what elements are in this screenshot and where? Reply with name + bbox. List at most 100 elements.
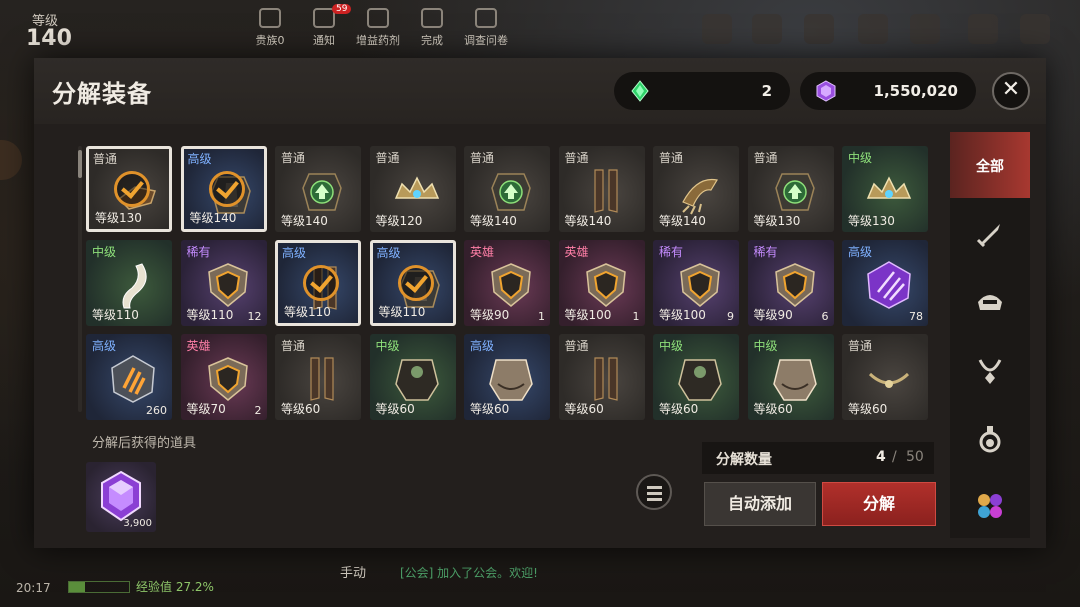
item-slot[interactable]: 普通 等级140 — [275, 146, 361, 232]
item-slot[interactable]: 中级 等级130 — [842, 146, 928, 232]
robe-light-icon — [489, 359, 533, 401]
gems-icon — [978, 494, 1002, 518]
item-tier: 普通 — [848, 339, 873, 353]
category-tab[interactable] — [950, 472, 1030, 538]
item-slot[interactable]: 普通 等级140 — [653, 146, 739, 232]
item-slot[interactable]: 普通 等级60 — [275, 334, 361, 420]
item-level: 等级60 — [753, 402, 793, 416]
auto-add-button[interactable]: 自动添加 — [704, 482, 816, 526]
hud-bottom-bar: 20:17 经验值 27.2% 手动 [公会] 加入了公会。欢迎! — [0, 547, 1080, 607]
item-slot[interactable]: 高级 等级110 — [275, 240, 361, 326]
item-grid: 普通 等级130 高级 等级140 普通 等级140 普通 等级120 普通 等级140 普通 等级1… — [86, 146, 936, 428]
item-tier: 高级 — [470, 339, 495, 353]
scrollbar-thumb[interactable] — [78, 150, 82, 178]
purple-gem-value: 1,550,020 — [873, 82, 958, 100]
exp-text: 经验值 27.2% — [136, 580, 214, 594]
category-tab[interactable] — [950, 336, 1030, 402]
close-button[interactable]: ✕ — [992, 72, 1030, 110]
item-slot[interactable]: 中级 等级110 — [86, 240, 172, 326]
category-tab-label: 全部 — [976, 159, 1004, 175]
chat-message: [公会] 加入了公会。欢迎! — [400, 566, 538, 580]
item-slot[interactable]: 高级 等级110 — [369, 240, 456, 326]
purple-crystal-icon — [867, 261, 911, 309]
obtain-item-slot[interactable]: 3,900 — [86, 462, 156, 532]
currency-green-crystal: 2 — [614, 72, 790, 110]
obtain-label: 分解后获得的道具 — [92, 436, 197, 451]
item-tier: 英雄 — [470, 245, 495, 259]
disassemble-button[interactable]: 分解 — [822, 482, 936, 526]
armor-up-icon — [302, 173, 342, 211]
item-slot[interactable]: 普通等级60 — [842, 334, 928, 420]
item-count: 6 — [821, 310, 829, 323]
item-slot[interactable]: 稀有 等级110 12 — [180, 240, 267, 326]
roman-numeral-icon[interactable] — [910, 14, 940, 44]
item-slot[interactable]: 高级 78 — [842, 240, 928, 326]
item-slot[interactable]: 高级 等级140 — [180, 146, 267, 232]
item-tier: 英雄 — [186, 339, 211, 353]
item-tier: 高级 — [282, 246, 307, 260]
item-slot[interactable]: 普通 等级60 — [558, 334, 645, 420]
currency-purple-gem: 1,550,020 — [800, 72, 976, 110]
item-slot[interactable]: 稀有 等级90 6 — [747, 240, 834, 326]
shield-icon — [491, 263, 531, 307]
item-tier: 普通 — [375, 151, 400, 165]
sword-icon — [976, 224, 1000, 248]
dialog-title: 分解装备 — [52, 80, 152, 108]
buff-potion-label: 增益药剂 — [356, 34, 400, 47]
exit-icon[interactable] — [702, 14, 732, 44]
menu-icon[interactable] — [1020, 14, 1050, 44]
item-slot[interactable]: 稀有 等级100 9 — [653, 240, 739, 326]
selected-check-icon — [397, 265, 434, 301]
item-slot[interactable]: 中级 等级60 — [653, 334, 739, 420]
obtain-item-count: 3,900 — [123, 518, 152, 529]
item-tier: 普通 — [470, 151, 495, 165]
item-tier: 普通 — [659, 151, 684, 165]
event-icon[interactable] — [968, 14, 998, 44]
item-level: 等级100 — [564, 308, 612, 322]
item-slot[interactable]: 英雄 等级90 1 — [464, 240, 550, 326]
item-slot[interactable]: 高级 等级60 — [464, 334, 550, 420]
item-slot[interactable]: 普通 等级140 — [464, 146, 550, 232]
item-slot[interactable]: 英雄 等级100 1 — [558, 240, 645, 326]
item-slot[interactable]: 普通 等级130 — [86, 146, 172, 232]
greaves-icon — [310, 357, 334, 401]
shield-icon — [680, 263, 720, 307]
item-tier: 中级 — [659, 339, 684, 353]
item-level: 等级110 — [186, 308, 234, 322]
item-slot[interactable]: 英雄 等级70 2 — [180, 334, 267, 420]
category-tab[interactable]: 全部 — [950, 132, 1030, 198]
purple-gem-icon — [816, 80, 836, 102]
item-slot[interactable]: 高级 260 — [86, 334, 172, 420]
item-slot[interactable]: 普通 等级140 — [558, 146, 645, 232]
item-slot[interactable]: 中级 等级60 — [747, 334, 834, 420]
category-tab[interactable] — [950, 200, 1030, 266]
tasks-icon[interactable] — [858, 14, 888, 44]
scrollbar[interactable] — [78, 146, 82, 412]
list-view-button[interactable] — [636, 474, 672, 510]
chat-mode[interactable]: 手动 — [340, 562, 366, 581]
item-level: 等级60 — [848, 402, 888, 416]
selected-check-icon — [303, 265, 339, 301]
item-level: 等级140 — [564, 214, 612, 228]
survey-button[interactable]: 调查问卷 — [454, 8, 518, 48]
quantity-current: 4 — [876, 449, 886, 465]
item-level: 等级110 — [378, 305, 426, 319]
item-level: 等级140 — [189, 211, 237, 225]
item-slot[interactable]: 中级 等级60 — [369, 334, 456, 420]
green-crystal-value: 2 — [761, 82, 772, 100]
item-level: 等级120 — [375, 214, 423, 228]
disassemble-dialog: 分解装备 2 1,550,020 ✕ 普通 等级130 高级 等级140 普通 等级140… — [34, 58, 1046, 548]
quantity-separator: / — [892, 449, 897, 465]
category-tab[interactable] — [950, 404, 1030, 470]
item-slot[interactable]: 普通等级120 — [369, 146, 456, 232]
item-count: 78 — [909, 310, 923, 323]
item-count: 260 — [146, 404, 167, 417]
shop-icon[interactable] — [804, 14, 834, 44]
list-line — [647, 492, 662, 495]
greaves-icon — [593, 357, 618, 401]
sun-icon[interactable] — [752, 14, 782, 44]
shield-icon — [774, 263, 815, 307]
item-slot[interactable]: 普通 等级130 — [747, 146, 834, 232]
category-tabs: 全部 — [950, 132, 1030, 538]
category-tab[interactable] — [950, 268, 1030, 334]
